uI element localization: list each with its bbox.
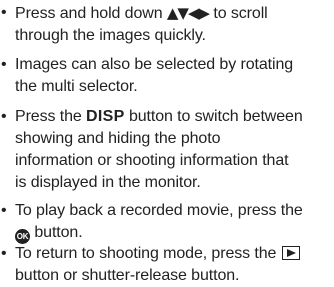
text-line: To return to shooting mode, press the (15, 243, 333, 265)
text-line: information or shooting information that (15, 152, 289, 169)
text-line: is displayed in the monitor. (15, 174, 201, 191)
list-item-text: Images can also be selected by rotating … (15, 54, 333, 98)
text-fragment: button. (30, 224, 83, 241)
text-line: the multi selector. (15, 78, 138, 95)
text-line: OK button. (15, 222, 333, 244)
text-fragment: To return to shooting mode, press the (15, 245, 281, 262)
list-item-text: Press the DISP button to switch between … (15, 106, 333, 194)
text-line: button or shutter-release button. (15, 267, 240, 284)
bullet-marker: • (1, 108, 7, 125)
text-fragment: Press the (15, 108, 87, 125)
text-line: showing and hiding the photo (15, 130, 221, 147)
bullet-marker: • (1, 56, 7, 73)
ok-button-icon: OK (15, 229, 30, 244)
text-line: To play back a recorded movie, press the (15, 202, 303, 219)
text-fragment: Press and hold down (15, 5, 167, 22)
list-item-text: Press and hold down ▲▼◀▶ to scroll throu… (15, 2, 333, 47)
text-line: Press and hold down ▲▼◀▶ to scroll (15, 2, 333, 25)
text-line: through the images quickly. (15, 27, 206, 44)
bullet-marker: • (1, 4, 7, 21)
bullet-marker: • (1, 202, 7, 219)
text-line: Press the DISP button to switch between (15, 106, 333, 128)
disp-button-label: DISP (86, 108, 125, 125)
text-line: Images can also be selected by rotating (15, 56, 294, 73)
multi-selector-arrows-icon: ▲▼◀▶ (166, 4, 210, 22)
list-item-text: To return to shooting mode, press the bu… (15, 243, 333, 287)
playback-button-icon (281, 246, 300, 260)
list-item-text: To play back a recorded movie, press the… (15, 200, 333, 244)
text-fragment: button to switch between (124, 108, 303, 125)
play-triangle-icon (286, 248, 296, 257)
text-fragment: to scroll (209, 5, 268, 22)
bullet-marker: • (1, 245, 7, 262)
